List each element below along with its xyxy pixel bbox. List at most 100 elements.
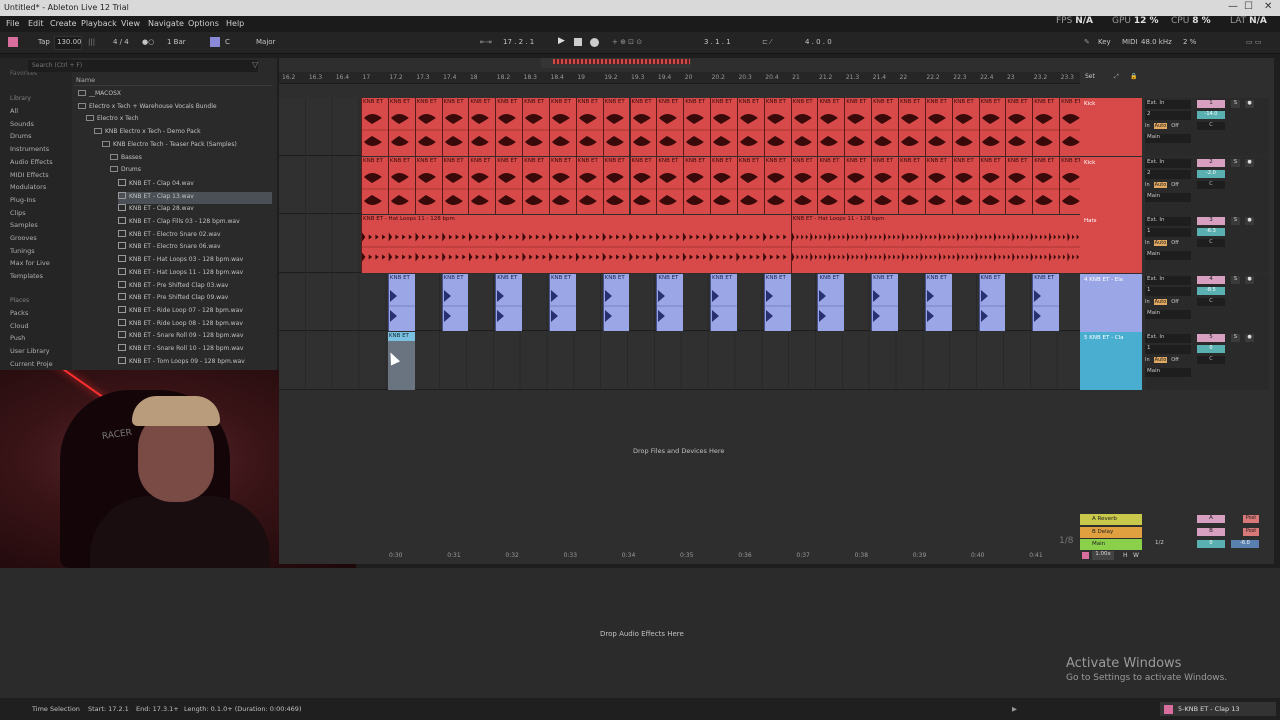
kick-clip[interactable]: KNB ET — [898, 156, 925, 214]
menu-help[interactable]: Help — [226, 19, 244, 28]
menu-options[interactable]: Options — [188, 19, 219, 28]
kick-clip[interactable]: KNB ET — [602, 156, 630, 214]
track-volume[interactable]: -8.5 — [1197, 286, 1225, 295]
track-header[interactable]: Kick — [1080, 156, 1142, 215]
arm-button[interactable]: ● — [1245, 100, 1254, 108]
track-volume[interactable]: -2.0 — [1197, 169, 1225, 178]
sample-file[interactable]: KNB ET - Hat Loops 11 - 128 bpm.wav — [118, 267, 272, 280]
folder-item[interactable]: Basses — [110, 153, 272, 166]
input-channel-select[interactable]: 2 — [1145, 169, 1191, 179]
menu-playback[interactable]: Playback — [81, 19, 117, 28]
library-item-sounds[interactable]: Sounds — [10, 120, 34, 128]
tap-button[interactable]: Tap — [38, 38, 50, 46]
solo-button[interactable]: S — [1231, 334, 1240, 342]
monitor-in[interactable]: In — [1145, 240, 1150, 246]
kick-clip[interactable]: KNB ET — [978, 156, 1006, 214]
library-item-clips[interactable]: Clips — [10, 209, 26, 217]
monitor-off[interactable]: Off — [1171, 299, 1178, 305]
places-item-current-proje[interactable]: Current Proje — [10, 360, 53, 368]
arm-button[interactable]: ● — [1245, 158, 1254, 167]
snare-clip[interactable]: KNB ET — [817, 273, 845, 331]
midi-map-button[interactable]: MIDI — [1122, 38, 1138, 46]
kick-clip[interactable]: KNB ET — [468, 98, 496, 156]
snare-clip[interactable]: KNB ET — [495, 273, 523, 331]
track-header[interactable]: 5 KNB ET - Cla — [1080, 332, 1142, 390]
input-channel-select[interactable]: 1 — [1145, 228, 1191, 237]
expand-icon[interactable]: ⤢ — [1114, 73, 1119, 81]
kick-clip[interactable]: KNB ET — [790, 156, 818, 214]
monitor-auto[interactable]: Auto — [1153, 357, 1168, 363]
kick-clip[interactable]: KNB ET — [736, 98, 764, 156]
menu-navigate[interactable]: Navigate — [148, 19, 184, 28]
input-channel-select[interactable]: 1 — [1145, 286, 1191, 296]
loop-brace[interactable] — [541, 58, 691, 68]
snare-clip[interactable]: KNB ET — [548, 273, 576, 331]
monitor-off[interactable]: Off — [1171, 240, 1178, 246]
track-lane[interactable]: KNB ET - Hat Loops 11 - 128 bpm KNB ET - … — [279, 215, 1086, 273]
track-pan[interactable]: C — [1197, 297, 1225, 306]
kick-clip[interactable]: KNB ET — [1005, 156, 1033, 214]
lock-icon[interactable]: 🔒 — [1130, 73, 1137, 80]
kick-clip[interactable]: KNB ET — [1005, 98, 1033, 156]
loop-start[interactable]: 3 . 1 . 1 — [704, 38, 731, 46]
folder-item[interactable]: Electro x Tech — [86, 115, 272, 127]
maximize-icon[interactable]: ☐ — [1244, 1, 1253, 12]
track-activator[interactable]: 2 — [1197, 158, 1225, 167]
input-type-select[interactable]: Ext. In — [1145, 334, 1191, 343]
track-volume[interactable]: 0 — [1197, 345, 1225, 353]
track-activator[interactable]: 4 — [1197, 275, 1225, 284]
track-pan[interactable]: C — [1197, 122, 1225, 130]
track-lane[interactable]: KNB ET KNB ET KNB ET KNB ET KNB ET KNB ET KNB … — [279, 98, 1086, 156]
kick-clip[interactable]: KNB ET — [575, 98, 603, 156]
w-button[interactable]: W — [1133, 552, 1139, 559]
snare-clip[interactable]: KNB ET — [387, 273, 415, 331]
view-toggle-icon[interactable]: ▭ ▭ — [1246, 38, 1261, 46]
kick-clip[interactable]: KNB ET — [817, 98, 845, 156]
kick-clip[interactable]: KNB ET — [575, 156, 603, 214]
input-type-select[interactable]: Ext. In — [1145, 100, 1191, 109]
kick-clip[interactable]: KNB ET — [361, 98, 388, 156]
kick-clip[interactable]: KNB ET — [548, 98, 576, 156]
snare-clip[interactable]: KNB ET — [656, 273, 684, 331]
folder-item[interactable]: KNB Electro x Tech - Demo Pack — [94, 128, 272, 140]
solo-button[interactable]: S — [1231, 275, 1240, 284]
follow-icon[interactable]: ⇤⇥ — [480, 38, 492, 46]
folder-item[interactable]: Drums — [110, 166, 272, 178]
column-name[interactable]: Name — [74, 76, 272, 86]
kick-clip[interactable]: KNB ET — [656, 156, 684, 214]
kick-clip[interactable]: KNB ET — [924, 98, 952, 156]
sample-file[interactable]: KNB ET - Electro Snare 02.wav — [118, 229, 272, 242]
monitor-buttons[interactable]: In Auto Off — [1145, 181, 1179, 188]
monitor-auto[interactable]: Auto — [1153, 123, 1168, 129]
snare-clip[interactable]: KNB ET — [441, 273, 469, 331]
snare-clip[interactable]: KNB ET — [871, 273, 898, 331]
monitor-auto[interactable]: Auto — [1153, 298, 1168, 305]
kick-clip[interactable]: KNB ET — [898, 98, 925, 156]
kick-clip[interactable]: KNB ET — [629, 98, 657, 156]
library-item-plug-ins[interactable]: Plug-Ins — [10, 196, 36, 204]
folder-item[interactable]: __MACOSX — [78, 90, 272, 102]
output-select[interactable]: Main — [1145, 192, 1191, 202]
draw-mode-icon[interactable]: ✎ — [1084, 38, 1090, 46]
kick-clip[interactable]: KNB ET — [951, 98, 979, 156]
kick-clip[interactable]: KNB ET — [683, 156, 711, 214]
tempo-scale[interactable]: 1.00x — [1092, 551, 1114, 560]
kick-clip[interactable]: KNB ET — [736, 156, 764, 214]
output-select[interactable]: Main — [1145, 309, 1191, 319]
track-lane[interactable]: KNB ET KNB ET KNB ET KNB ET KNB ET KNB ET KNB … — [279, 156, 1086, 214]
output-select[interactable]: Main — [1145, 251, 1191, 260]
sample-file[interactable]: KNB ET - Ride Loop 08 - 128 bpm.wav — [118, 318, 272, 331]
quantize-menu[interactable]: 1 Bar — [167, 38, 186, 46]
library-item-tunings[interactable]: Tunings — [10, 247, 35, 255]
kick-clip[interactable]: KNB ET — [844, 156, 872, 214]
sample-file[interactable]: KNB ET - Pre Shifted Clap 09.wav — [118, 293, 272, 305]
time-signature[interactable]: 4 / 4 — [113, 38, 129, 46]
library-item-grooves[interactable]: Grooves — [10, 234, 37, 242]
kick-clip[interactable]: KNB ET — [924, 156, 952, 214]
kick-clip[interactable]: KNB ET — [495, 156, 523, 214]
return-track-header[interactable]: A Reverb — [1080, 514, 1142, 525]
snare-clip[interactable]: KNB ET — [763, 273, 791, 331]
kick-clip[interactable]: KNB ET — [656, 98, 684, 156]
monitor-off[interactable]: Off — [1171, 357, 1178, 363]
input-channel-select[interactable]: 2 — [1145, 111, 1191, 120]
